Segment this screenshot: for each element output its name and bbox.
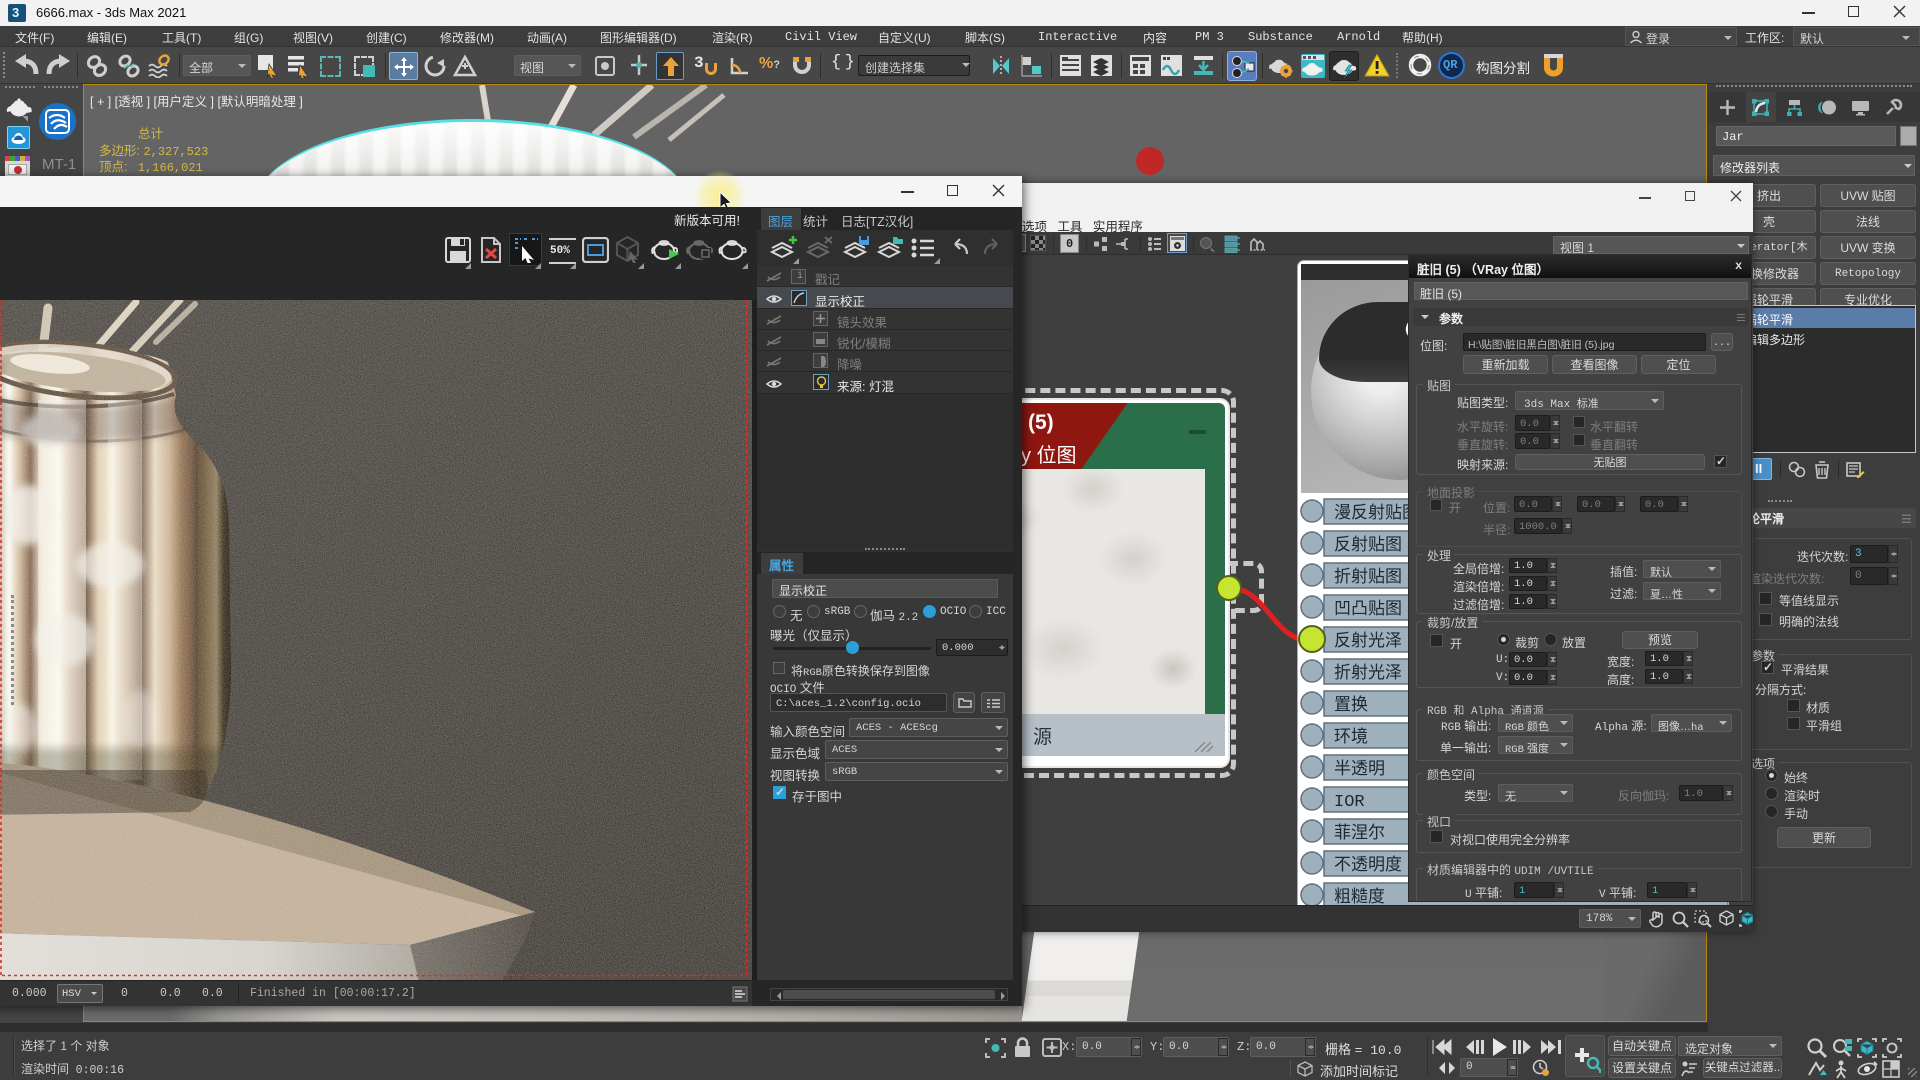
svg-text:粗糙度: 粗糙度: [1334, 887, 1385, 905]
svg-text:环境: 环境: [1334, 727, 1368, 746]
svg-text:凹凸贴图: 凹凸贴图: [1334, 599, 1402, 618]
svg-text:不透明度: 不透明度: [1334, 855, 1402, 874]
svg-text:菲涅尔: 菲涅尔: [1334, 823, 1385, 842]
svg-text:反射贴图: 反射贴图: [1334, 535, 1402, 554]
svg-text:半透明: 半透明: [1334, 759, 1385, 778]
svg-text:折射光泽: 折射光泽: [1334, 663, 1402, 682]
svg-text:置换: 置换: [1334, 695, 1368, 714]
svg-text:反射光泽: 反射光泽: [1334, 631, 1402, 650]
svg-text:漫反射贴图: 漫反射贴图: [1334, 503, 1419, 522]
svg-text:折射贴图: 折射贴图: [1334, 567, 1402, 586]
svg-text:IOR: IOR: [1334, 793, 1365, 812]
